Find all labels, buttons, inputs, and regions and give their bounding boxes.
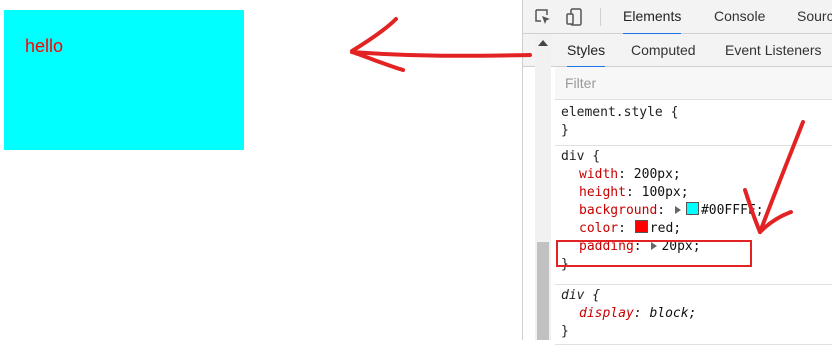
scrollbar-thumb[interactable] <box>537 242 549 340</box>
filter-input[interactable] <box>555 71 832 95</box>
property-value[interactable]: block; <box>649 306 696 321</box>
inspect-element-icon[interactable] <box>533 7 553 27</box>
declaration-width[interactable]: width: 200px; <box>579 166 681 184</box>
tab-sources[interactable]: Sourc <box>797 0 832 33</box>
devtools-main-toolbar: Elements Console Sourc <box>523 0 832 35</box>
styles-pane: element.style { } div { width: 200px; he… <box>555 67 832 345</box>
property-name[interactable]: color <box>579 221 618 236</box>
annotation-highlight-box <box>556 240 752 267</box>
subtab-styles[interactable]: Styles <box>567 34 606 68</box>
property-name[interactable]: display <box>579 306 634 321</box>
filter-bar <box>555 67 832 100</box>
rule-close-brace: } <box>561 324 569 339</box>
property-value[interactable]: 200px; <box>634 167 681 182</box>
page-viewport: hello <box>0 0 522 340</box>
declaration-display[interactable]: display: block; <box>579 305 696 323</box>
property-value[interactable]: #00FFFF; <box>701 203 764 218</box>
property-name[interactable]: background <box>579 203 657 218</box>
demo-div-box[interactable] <box>4 10 244 150</box>
expand-triangle-icon[interactable] <box>674 206 681 214</box>
tab-console[interactable]: Console <box>714 0 765 33</box>
devtools-panel: Elements Console Sourc Styles Computed E… <box>522 0 832 345</box>
color-swatch-icon[interactable] <box>685 202 699 215</box>
rule-selector[interactable]: div { <box>561 148 600 166</box>
rule-close-brace: } <box>561 123 569 138</box>
declaration-color[interactable]: color: red; <box>579 220 681 238</box>
element-style-rule: element.style { } <box>555 100 832 146</box>
color-swatch-icon[interactable] <box>634 220 648 233</box>
property-name[interactable]: width <box>579 167 618 182</box>
declaration-height[interactable]: height: 100px; <box>579 184 689 202</box>
user-agent-div-rule: div { display: block; } <box>555 285 832 345</box>
subtab-event-listeners[interactable]: Event Listeners <box>725 34 822 66</box>
rule-selector[interactable]: div { <box>561 287 600 305</box>
toolbar-divider <box>600 8 601 26</box>
dom-tree-scrollbar[interactable] <box>535 34 551 340</box>
tab-elements[interactable]: Elements <box>623 0 682 35</box>
property-name[interactable]: height <box>579 185 626 200</box>
property-value[interactable]: 100px; <box>642 185 689 200</box>
subtab-computed[interactable]: Computed <box>631 34 696 66</box>
styles-subtab-bar: Styles Computed Event Listeners <box>523 34 832 68</box>
rule-selector[interactable]: element.style { <box>561 104 678 122</box>
declaration-background[interactable]: background: #00FFFF; <box>579 202 764 220</box>
property-value[interactable]: red; <box>650 221 681 236</box>
scroll-up-icon[interactable] <box>538 40 548 46</box>
demo-div-text: hello <box>25 36 64 56</box>
device-toolbar-icon[interactable] <box>565 7 585 27</box>
